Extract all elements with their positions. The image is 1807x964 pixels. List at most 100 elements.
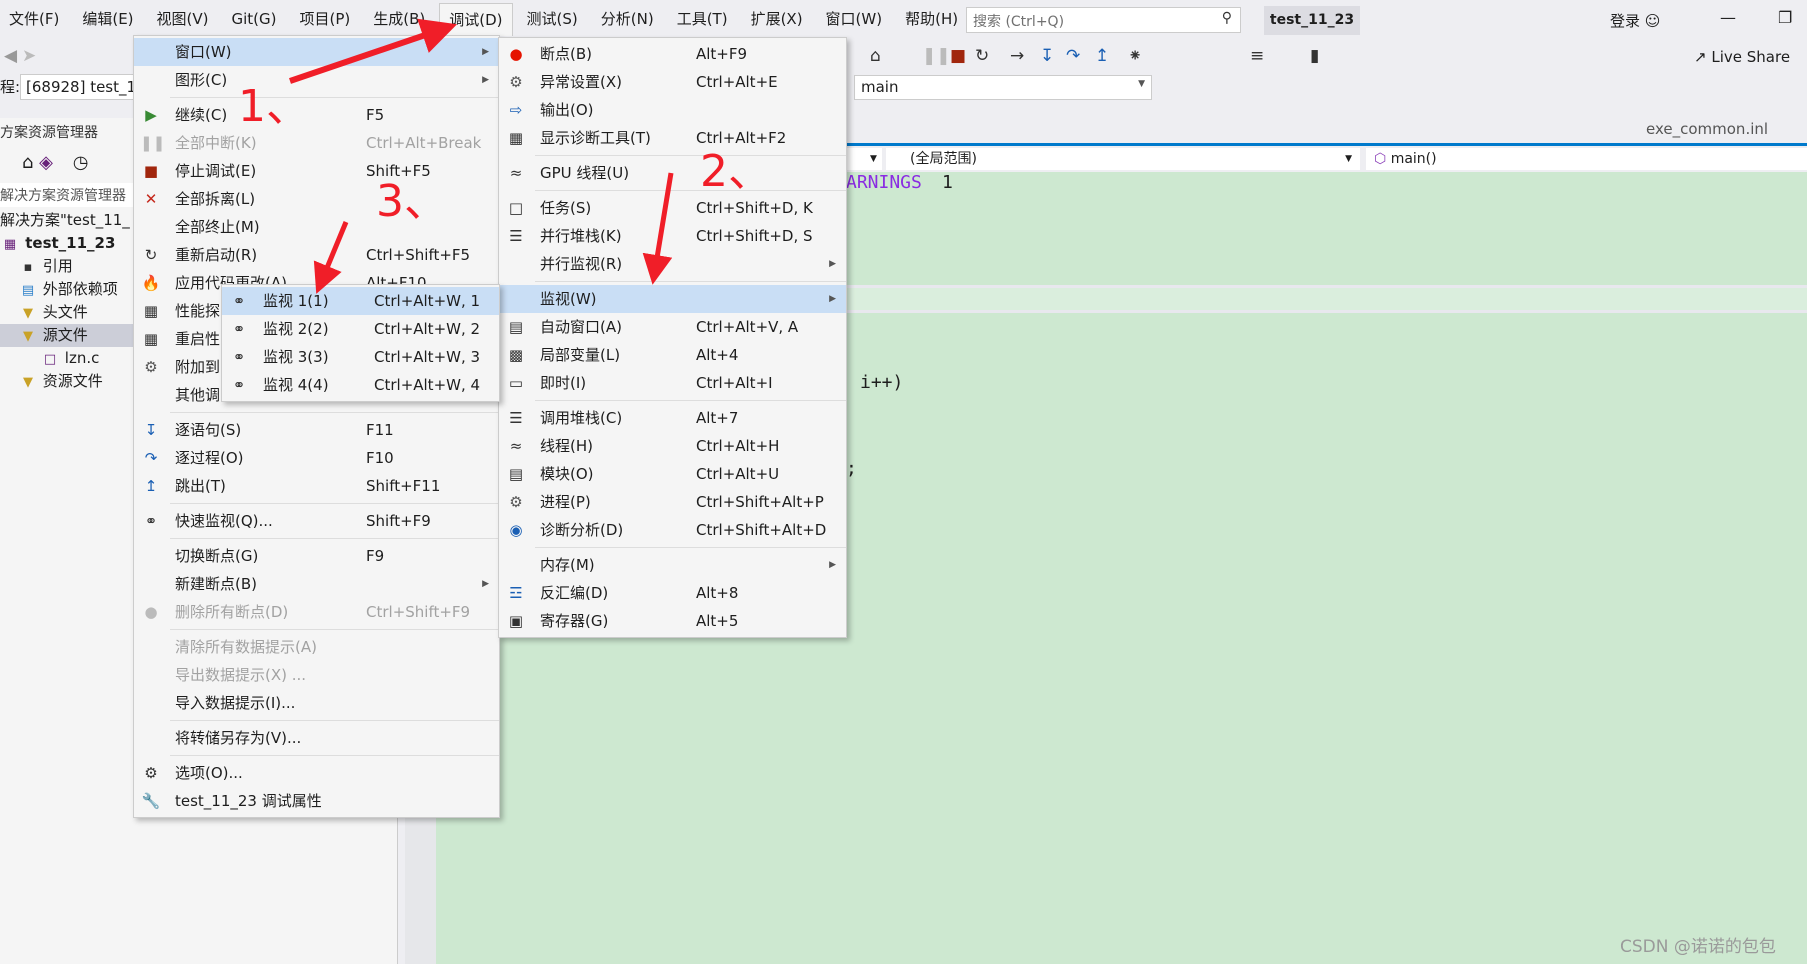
menu-9[interactable]: 工具(T) (668, 3, 737, 36)
filter-folder-icon: ▼ (23, 375, 33, 390)
function-dropdown[interactable]: ⬡ main() (1366, 148, 1807, 170)
history-icon[interactable]: ◷ (73, 152, 89, 173)
tab-exe-common[interactable]: exe_common.inl (1646, 120, 1768, 138)
solution-search-input[interactable]: 解决方案资源管理器 (0, 183, 135, 207)
show-next-statement-icon[interactable]: → (1010, 46, 1024, 66)
step-over-icon[interactable]: ↷ (1066, 46, 1080, 66)
menu-item[interactable]: ↧ 逐语句(S) F11 (134, 416, 499, 444)
submenu-arrow-icon: ▶ (829, 560, 836, 570)
stop-icon[interactable]: ■ (950, 46, 966, 66)
process-dropdown[interactable]: [68928] test_11 (20, 74, 140, 100)
menu-item[interactable]: 清除所有数据提示(A) (134, 633, 499, 661)
home-icon[interactable]: ⌂ (22, 152, 33, 173)
indent-icon[interactable]: ≡ (1250, 46, 1264, 66)
menu-item[interactable]: 将转储另存为(V)... (134, 724, 499, 752)
menu-5[interactable]: 生成(B) (364, 3, 434, 36)
menu-item[interactable]: ◉ 诊断分析(D) Ctrl+Shift+Alt+D (499, 516, 846, 544)
step-out-icon[interactable]: ↥ (1095, 46, 1109, 66)
menu-item[interactable]: ⚙ 选项(O)... (134, 759, 499, 787)
menu-item[interactable]: 窗口(W) ▶ (134, 38, 499, 66)
menu-item[interactable]: □ 任务(S) Ctrl+Shift+D, K (499, 194, 846, 222)
tree-item[interactable]: 解决方案"test_11_ (0, 209, 135, 232)
menu-item[interactable]: 导出数据提示(X) ... (134, 661, 499, 689)
menu-item[interactable]: ☰ 并行堆栈(K) Ctrl+Shift+D, S (499, 222, 846, 250)
restore-button[interactable]: ❐ (1778, 8, 1792, 27)
stack-frame-dropdown[interactable]: main ▼ (854, 75, 1152, 100)
menu-item[interactable]: 内存(M) ▶ (499, 551, 846, 579)
menu-10[interactable]: 扩展(X) (742, 3, 812, 36)
tree-item[interactable]: ▼ 资源文件 (0, 370, 135, 393)
menu-item[interactable]: ≈ GPU 线程(U) (499, 159, 846, 187)
menu-item[interactable]: ⚭ 监视 4(4) Ctrl+Alt+W, 4 (222, 371, 499, 399)
menu-item[interactable]: ● 删除所有断点(D) Ctrl+Shift+F9 (134, 598, 499, 626)
bookmark-icon[interactable]: ▮ (1310, 46, 1319, 66)
menu-item[interactable]: ≈ 线程(H) Ctrl+Alt+H (499, 432, 846, 460)
menu-item[interactable]: ● 断点(B) Alt+F9 (499, 40, 846, 68)
menu-item[interactable]: 监视(W) ▶ (499, 285, 846, 313)
menu-item[interactable]: ▶ 继续(C) F5 (134, 101, 499, 129)
menu-2[interactable]: 视图(V) (148, 3, 218, 36)
menu-item[interactable]: ▩ 局部变量(L) Alt+4 (499, 341, 846, 369)
watch-submenu: ⚭ 监视 1(1) Ctrl+Alt+W, 1 ⚭ 监视 2(2) Ctrl+Alt+W,… (221, 284, 500, 402)
tree-item[interactable]: ▪ 引用 (0, 255, 135, 278)
menu-3[interactable]: Git(G) (223, 3, 286, 36)
menu-item[interactable]: ↻ 重新启动(R) Ctrl+Shift+F5 (134, 241, 499, 269)
menu-item[interactable]: ☰ 调用堆栈(C) Alt+7 (499, 404, 846, 432)
menu-item[interactable]: ↥ 跳出(T) Shift+F11 (134, 472, 499, 500)
processes-icon: ⚙ (509, 493, 523, 511)
search-input[interactable]: 搜索 (Ctrl+Q) ⚲ (966, 7, 1241, 33)
tree-item[interactable]: ▼ 源文件 (0, 324, 135, 347)
menu-item[interactable]: ⚭ 监视 3(3) Ctrl+Alt+W, 3 (222, 343, 499, 371)
menu-item[interactable]: ▤ 模块(O) Ctrl+Alt+U (499, 460, 846, 488)
menu-item[interactable]: ↷ 逐过程(O) F10 (134, 444, 499, 472)
menu-11[interactable]: 窗口(W) (817, 3, 892, 36)
step-into-icon[interactable]: ↧ (1040, 46, 1054, 66)
disassembly-icon: ☲ (509, 584, 523, 602)
tree-item[interactable]: ▼ 头文件 (0, 301, 135, 324)
menu-item[interactable]: 新建断点(B) ▶ (134, 570, 499, 598)
menu-item[interactable]: 🔧 test_11_23 调试属性 (134, 787, 499, 815)
menu-item[interactable]: 切换断点(G) F9 (134, 542, 499, 570)
restart-icon[interactable]: ↻ (975, 46, 989, 66)
menu-6[interactable]: 调试(D) (439, 3, 513, 36)
tree-item[interactable]: □ lzn.c (0, 347, 135, 370)
scope-dropdown[interactable]: (全局范围) ▼ (886, 148, 1360, 170)
menu-item[interactable]: ⚭ 监视 1(1) Ctrl+Alt+W, 1 (222, 287, 499, 315)
menu-item[interactable]: ▤ 自动窗口(A) Ctrl+Alt+V, A (499, 313, 846, 341)
menu-item-shortcut: F10 (366, 449, 394, 467)
menu-item[interactable]: 并行监视(R) ▶ (499, 250, 846, 278)
menu-item[interactable]: ⚙ 进程(P) Ctrl+Shift+Alt+P (499, 488, 846, 516)
forward-icon[interactable]: ➤ (22, 46, 36, 66)
menu-item[interactable]: ▦ 显示诊断工具(T) Ctrl+Alt+F2 (499, 124, 846, 152)
menu-item[interactable]: 图形(C) ▶ (134, 66, 499, 94)
menu-item[interactable]: ⚭ 快速监视(Q)... Shift+F9 (134, 507, 499, 535)
menu-item[interactable]: ⇨ 输出(O) (499, 96, 846, 124)
menu-item[interactable]: ❚❚ 全部中断(K) Ctrl+Alt+Break (134, 129, 499, 157)
minimize-button[interactable]: — (1720, 8, 1736, 27)
tree-item[interactable]: ▤ 外部依赖项 (0, 278, 135, 301)
menu-item-label: 线程(H) (540, 437, 593, 455)
menu-4[interactable]: 项目(P) (291, 3, 360, 36)
pause-icon[interactable]: ❚❚ (922, 46, 951, 66)
menu-7[interactable]: 测试(S) (518, 3, 587, 36)
hex-icon[interactable]: ⁕ (1128, 46, 1142, 66)
tree-item[interactable]: ▦ test_11_23 (0, 232, 135, 255)
menu-item[interactable]: ⚙ 异常设置(X) Ctrl+Alt+E (499, 68, 846, 96)
menu-item[interactable]: 导入数据提示(I)... (134, 689, 499, 717)
menu-12[interactable]: 帮助(H) (896, 3, 967, 36)
menu-item-label: 快速监视(Q)... (175, 512, 273, 530)
menu-0[interactable]: 文件(F) (0, 3, 68, 36)
menu-1[interactable]: 编辑(E) (73, 3, 142, 36)
vs-icon[interactable]: ◈ (39, 152, 53, 173)
menu-item[interactable]: ⚭ 监视 2(2) Ctrl+Alt+W, 2 (222, 315, 499, 343)
home-icon[interactable]: ⌂ (870, 46, 881, 66)
menu-8[interactable]: 分析(N) (592, 3, 663, 36)
live-share-button[interactable]: ↗ Live Share (1694, 48, 1790, 66)
menu-item-label: 进程(P) (540, 493, 591, 511)
menu-item[interactable]: ▭ 即时(I) Ctrl+Alt+I (499, 369, 846, 397)
menu-item[interactable]: ▣ 寄存器(G) Alt+5 (499, 607, 846, 635)
back-icon[interactable]: ◀ (4, 46, 17, 66)
menu-item[interactable]: ☲ 反汇编(D) Alt+8 (499, 579, 846, 607)
menu-item-label: 新建断点(B) (175, 575, 257, 593)
login-button[interactable]: 登录 ☺ (1610, 10, 1660, 31)
